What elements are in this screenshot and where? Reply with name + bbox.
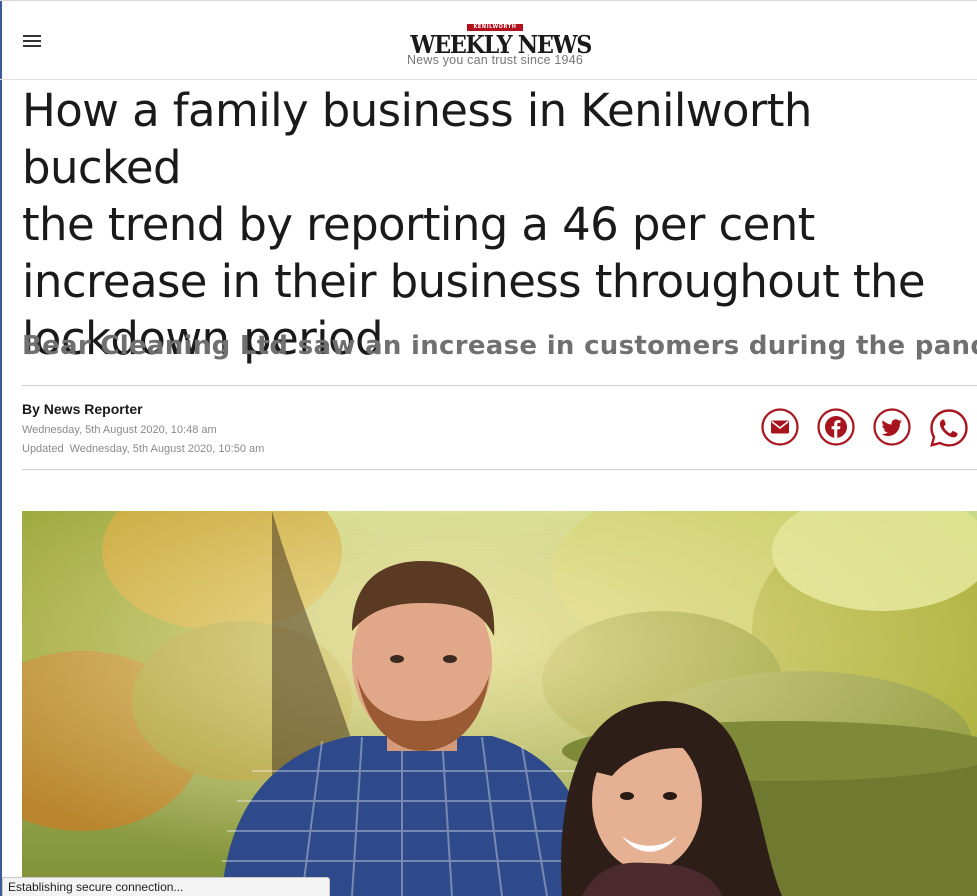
divider-bottom <box>22 469 977 470</box>
whatsapp-share-button[interactable] <box>929 408 968 447</box>
window-left-edge <box>0 0 2 896</box>
twitter-share-button[interactable] <box>873 408 911 446</box>
updated-date-line: Updated Wednesday, 5th August 2020, 10:50… <box>22 443 264 455</box>
byline: By News Reporter <box>22 401 143 417</box>
site-logo[interactable]: KENILWORTH WEEKLY NEWS <box>404 13 592 58</box>
email-share-button[interactable] <box>761 408 799 446</box>
updated-date: Wednesday, 5th August 2020, 10:50 am <box>69 443 265 455</box>
site-tagline: News you can trust since 1946 <box>406 53 584 67</box>
author-name[interactable]: By News Reporter <box>22 401 143 417</box>
updated-label: Updated <box>22 443 64 455</box>
divider-top <box>22 385 977 386</box>
published-date: Wednesday, 5th August 2020, 10:48 am <box>22 424 217 436</box>
facebook-icon <box>817 408 855 446</box>
email-icon <box>761 408 799 446</box>
site-header: KENILWORTH WEEKLY NEWS News you can trus… <box>0 0 977 80</box>
browser-status-bar: Establishing secure connection... <box>2 877 330 896</box>
page: KENILWORTH WEEKLY NEWS News you can trus… <box>0 0 977 896</box>
twitter-icon <box>873 408 911 446</box>
article-headline: How a family business in Kenilworth buck… <box>22 84 926 365</box>
article-subheadline: Bear Cleaning Ltd saw an increase in cus… <box>22 331 977 361</box>
whatsapp-icon <box>930 409 968 447</box>
hero-photo <box>22 511 977 896</box>
facebook-share-button[interactable] <box>817 408 855 446</box>
hamburger-menu-icon[interactable] <box>23 35 41 48</box>
article-hero-image[interactable] <box>22 511 977 896</box>
